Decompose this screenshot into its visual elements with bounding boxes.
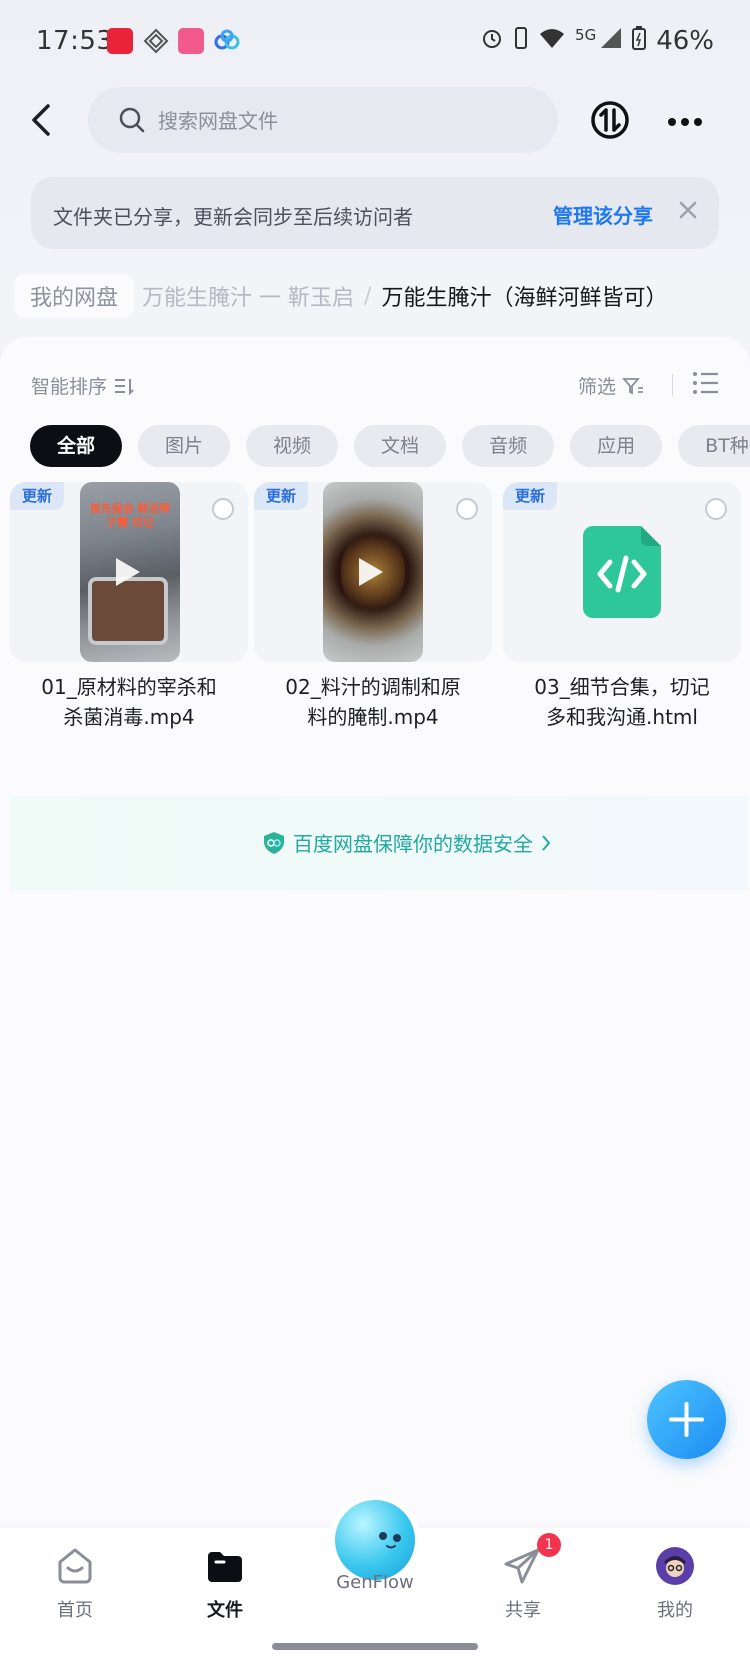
battery-percent: 46% [656, 26, 714, 56]
file-name-line: 多和我沟通.html [546, 705, 698, 729]
manage-share-link[interactable]: 管理该分享 [553, 200, 653, 229]
share-notice-text: 文件夹已分享，更新会同步至后续访问者 [53, 205, 413, 229]
chip-audio[interactable]: 音频 [462, 425, 555, 467]
breadcrumb-root[interactable]: 我的网盘 [14, 274, 135, 318]
file-item[interactable]: 更新 [503, 482, 741, 662]
file-name-line: 01_原材料的宰杀和 [41, 675, 217, 699]
category-chips: 全部图片视频文档音频应用BT种子其他 [30, 425, 750, 467]
share-badge: 1 [537, 1533, 561, 1557]
search-placeholder: 搜索网盘文件 [158, 109, 278, 133]
filter-icon [622, 377, 644, 394]
video-thumbnail [323, 482, 423, 662]
file-name: 01_原材料的宰杀和 杀菌消毒.mp4 [10, 672, 248, 732]
chevron-right-icon [542, 834, 551, 851]
status-time: 17:53 [36, 26, 114, 56]
nav-home[interactable]: 首页 [25, 1546, 125, 1622]
alarm-icon [481, 27, 503, 55]
select-checkbox[interactable] [456, 498, 478, 520]
select-checkbox[interactable] [705, 498, 727, 520]
chip-apps[interactable]: 应用 [570, 425, 663, 467]
genflow-mascot-icon[interactable] [335, 1500, 415, 1580]
nav-genflow[interactable]: GenFlow [325, 1572, 425, 1593]
chip-all[interactable]: 全部 [30, 425, 123, 467]
network-type: 5G [575, 26, 597, 44]
bilibili-app-icon [178, 28, 204, 54]
nav-me[interactable]: 我的 [625, 1546, 725, 1622]
chip-bt[interactable]: BT种子 [678, 425, 750, 467]
breadcrumb: 我的网盘 万能生腌汁 一 靳玉启 / 万能生腌汁（海鲜河鲜皆可） [14, 274, 667, 318]
update-badge: 更新 [10, 482, 65, 510]
nav-files-label: 文件 [207, 1600, 243, 1621]
more-dots-icon [668, 118, 702, 126]
vibrate-icon [513, 26, 529, 56]
sort-button[interactable]: 智能排序 [31, 372, 135, 399]
file-item[interactable]: 首先我会 鲜活带子蟹 切记 更新 [10, 482, 248, 662]
close-icon [679, 201, 697, 219]
paper-plane-icon [504, 1548, 540, 1584]
file-name: 02_料汁的调制和原 料的腌制.mp4 [254, 672, 492, 732]
breadcrumb-separator: / [364, 283, 372, 309]
pan-shape [88, 577, 168, 645]
battery-icon [632, 26, 647, 56]
chevron-left-icon [32, 104, 50, 136]
avatar [656, 1547, 694, 1585]
data-safety-text: 百度网盘保障你的数据安全 [293, 832, 533, 856]
share-notice-banner: 文件夹已分享，更新会同步至后续访问者 管理该分享 [31, 177, 719, 249]
file-name: 03_细节合集，切记 多和我沟通.html [503, 672, 741, 732]
breadcrumb-parent[interactable]: 万能生腌汁 一 靳玉启 [142, 280, 354, 312]
folder-icon [208, 1552, 242, 1582]
toolbar-divider [672, 374, 673, 396]
play-icon [116, 558, 140, 586]
nav-share[interactable]: 共享 [473, 1546, 573, 1622]
home-icon [58, 1548, 92, 1584]
breadcrumb-current: 万能生腌汁（海鲜河鲜皆可） [381, 286, 668, 311]
list-view-button[interactable] [692, 370, 720, 400]
wifi-icon [539, 27, 565, 55]
filter-button[interactable]: 筛选 [578, 372, 644, 399]
sort-icon [115, 378, 134, 395]
back-button[interactable] [26, 100, 56, 140]
update-badge: 更新 [254, 482, 309, 510]
file-name-line: 02_料汁的调制和原 [285, 675, 461, 699]
filter-label: 筛选 [578, 376, 617, 398]
file-name-line: 杀菌消毒.mp4 [63, 705, 195, 729]
status-bar: 17:53 5G 46% [0, 24, 750, 60]
plus-icon [669, 1402, 704, 1437]
transfer-icon [591, 101, 629, 139]
data-safety-link[interactable]: 百度网盘保障你的数据安全 [263, 828, 551, 857]
list-view-icon [693, 372, 718, 394]
file-item[interactable]: 更新 [254, 482, 492, 662]
status-indicators: 5G 46% [481, 26, 714, 56]
sort-label: 智能排序 [31, 376, 108, 398]
baidu-netdisk-app-icon [213, 28, 241, 58]
nav-genflow-label: GenFlow [336, 1572, 414, 1593]
xiaohongshu-app-icon [107, 28, 133, 54]
add-button[interactable] [647, 1380, 726, 1459]
chip-images[interactable]: 图片 [138, 425, 231, 467]
search-icon [119, 107, 145, 133]
chip-videos[interactable]: 视频 [246, 425, 339, 467]
home-indicator [272, 1643, 478, 1650]
shield-icon [264, 831, 284, 854]
play-icon [359, 558, 383, 586]
file-name-line: 03_细节合集，切记 [534, 675, 710, 699]
close-banner-button[interactable] [677, 199, 699, 227]
chip-documents[interactable]: 文档 [354, 425, 447, 467]
html-file-icon [583, 526, 661, 622]
search-input[interactable]: 搜索网盘文件 [88, 87, 558, 153]
update-badge: 更新 [503, 482, 558, 510]
thumbnail-caption: 首先我会 鲜活带子蟹 切记 [89, 502, 171, 529]
transfer-button[interactable] [590, 100, 630, 144]
diamond-app-icon [143, 28, 169, 58]
nav-home-label: 首页 [57, 1600, 93, 1621]
select-checkbox[interactable] [212, 498, 234, 520]
more-button[interactable] [667, 112, 703, 131]
nav-share-label: 共享 [505, 1600, 541, 1621]
nav-me-label: 我的 [657, 1600, 693, 1621]
nav-files[interactable]: 文件 [175, 1546, 275, 1622]
signal-icon [600, 27, 622, 55]
file-name-line: 料的腌制.mp4 [307, 705, 439, 729]
video-thumbnail: 首先我会 鲜活带子蟹 切记 [80, 482, 180, 662]
data-safety-banner[interactable]: 百度网盘保障你的数据安全 [10, 796, 748, 890]
